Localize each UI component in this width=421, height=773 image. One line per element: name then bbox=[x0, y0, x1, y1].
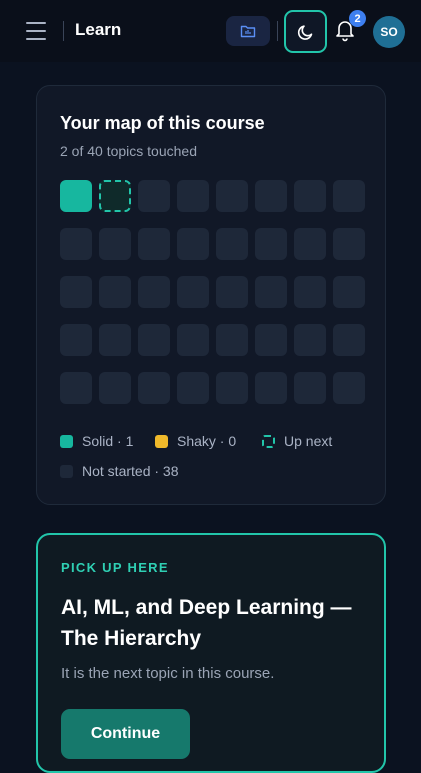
topic-cell-none[interactable] bbox=[255, 180, 287, 212]
topic-cell-none[interactable] bbox=[255, 276, 287, 308]
topic-cell-none[interactable] bbox=[333, 372, 365, 404]
up-next-swatch bbox=[262, 434, 275, 448]
topic-cell-none[interactable] bbox=[294, 276, 326, 308]
moon-icon bbox=[297, 24, 312, 40]
topic-cell-none[interactable] bbox=[294, 372, 326, 404]
topic-cell-none[interactable] bbox=[99, 276, 131, 308]
topic-cell-none[interactable] bbox=[138, 324, 170, 356]
topic-cell-none[interactable] bbox=[99, 228, 131, 260]
topic-cell-none[interactable] bbox=[177, 276, 209, 308]
legend-solid-label: Solid · 1 bbox=[82, 433, 134, 449]
topic-cell-none[interactable] bbox=[216, 324, 248, 356]
topic-cell-none[interactable] bbox=[294, 228, 326, 260]
next-topic-title: AI, ML, and Deep Learning — The Hierarch… bbox=[61, 596, 352, 650]
topic-cell-none[interactable] bbox=[138, 180, 170, 212]
topic-cell-none[interactable] bbox=[138, 228, 170, 260]
pick-up-label: PICK UP HERE bbox=[61, 560, 169, 575]
topic-cell-none[interactable] bbox=[216, 372, 248, 404]
legend-shaky-label: Shaky · 0 bbox=[177, 433, 237, 449]
avatar[interactable]: SO bbox=[373, 16, 405, 48]
course-map-title: Your map of this course bbox=[60, 113, 265, 133]
solid-swatch bbox=[60, 434, 73, 448]
topic-cell-none[interactable] bbox=[177, 228, 209, 260]
topic-cell-none[interactable] bbox=[333, 180, 365, 212]
legend-solid: Solid · 1 bbox=[60, 433, 133, 449]
topic-cell-none[interactable] bbox=[294, 180, 326, 212]
title-divider bbox=[63, 21, 64, 41]
course-map-card: Your map of this course 2 of 40 topics t… bbox=[36, 85, 386, 505]
topic-cell-none[interactable] bbox=[138, 276, 170, 308]
not-started-swatch bbox=[60, 464, 73, 478]
topic-cell-none[interactable] bbox=[255, 372, 287, 404]
legend-not-started-label: Not started · 38 bbox=[82, 463, 179, 479]
continue-button[interactable]: Continue bbox=[61, 709, 190, 759]
topics-touched-count: 2 of 40 topics touched bbox=[60, 143, 197, 159]
topic-cell-none[interactable] bbox=[60, 276, 92, 308]
topic-cell-none[interactable] bbox=[177, 180, 209, 212]
topic-cell-next[interactable] bbox=[99, 180, 131, 212]
topic-cell-none[interactable] bbox=[216, 180, 248, 212]
topic-cell-none[interactable] bbox=[177, 372, 209, 404]
topic-cell-none[interactable] bbox=[216, 276, 248, 308]
topic-grid bbox=[60, 180, 365, 404]
topic-cell-none[interactable] bbox=[333, 276, 365, 308]
topic-cell-none[interactable] bbox=[138, 372, 170, 404]
topic-cell-none[interactable] bbox=[60, 324, 92, 356]
pick-up-here-card: PICK UP HERE AI, ML, and Deep Learning —… bbox=[36, 533, 386, 773]
notification-count-badge: 2 bbox=[349, 10, 366, 27]
topic-cell-none[interactable] bbox=[177, 324, 209, 356]
topic-cell-none[interactable] bbox=[99, 324, 131, 356]
topic-cell-none[interactable] bbox=[99, 372, 131, 404]
topic-cell-none[interactable] bbox=[294, 324, 326, 356]
next-topic-description: It is the next topic in this course. bbox=[61, 665, 275, 682]
topic-cell-none[interactable] bbox=[255, 228, 287, 260]
legend-not-started: Not started · 38 bbox=[60, 463, 179, 479]
topic-cell-solid[interactable] bbox=[60, 180, 92, 212]
folder-icon bbox=[240, 25, 256, 38]
topic-cell-none[interactable] bbox=[60, 228, 92, 260]
legend-next: Up next bbox=[262, 433, 332, 449]
topic-cell-none[interactable] bbox=[60, 372, 92, 404]
shaky-swatch bbox=[155, 434, 168, 448]
theme-toggle-button[interactable] bbox=[284, 10, 327, 53]
legend-next-label: Up next bbox=[284, 433, 333, 449]
toolbar-divider bbox=[277, 21, 278, 41]
topic-cell-none[interactable] bbox=[216, 228, 248, 260]
topic-cell-none[interactable] bbox=[255, 324, 287, 356]
legend-shaky: Shaky · 0 bbox=[155, 433, 236, 449]
top-bar: Learn 2 SO bbox=[0, 0, 421, 62]
page-title: Learn bbox=[75, 20, 122, 39]
topic-cell-none[interactable] bbox=[333, 228, 365, 260]
menu-icon[interactable] bbox=[26, 22, 46, 40]
topic-cell-none[interactable] bbox=[333, 324, 365, 356]
folder-button[interactable] bbox=[226, 16, 270, 46]
